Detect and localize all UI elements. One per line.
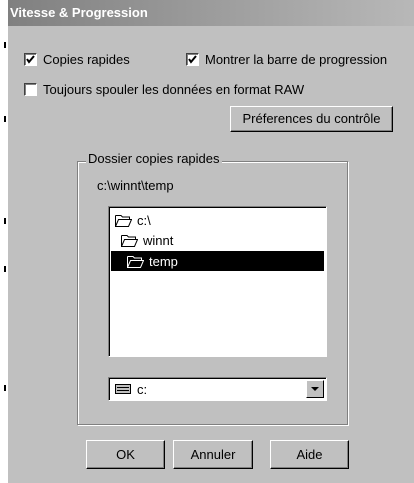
list-item[interactable]: c:\ bbox=[115, 210, 151, 230]
directory-list[interactable]: c:\ winnt temp bbox=[108, 206, 327, 357]
checkbox-box[interactable] bbox=[24, 83, 37, 96]
fast-copy-folder-label: Dossier copies rapides bbox=[86, 151, 222, 166]
open-folder-icon bbox=[127, 255, 144, 268]
checkmark-icon bbox=[26, 55, 35, 64]
cancel-button[interactable]: Annuler bbox=[173, 440, 253, 469]
current-path: c:\winnt\temp bbox=[97, 178, 174, 193]
fast-copies-label: Copies rapides bbox=[43, 52, 130, 67]
list-item[interactable]: winnt bbox=[121, 230, 173, 250]
directory-label: winnt bbox=[143, 232, 174, 248]
monitor-preferences-button[interactable]: Préferences du contrôle bbox=[230, 106, 393, 132]
show-progress-checkbox[interactable]: Montrer la barre de progression bbox=[186, 52, 387, 67]
checkbox-box[interactable] bbox=[186, 53, 199, 66]
dialog-title: Vitesse & Progression bbox=[8, 0, 414, 26]
directory-label: c:\ bbox=[137, 212, 151, 228]
list-item-selected[interactable]: temp bbox=[111, 251, 324, 271]
checkbox-box[interactable] bbox=[24, 53, 37, 66]
open-folder-icon bbox=[115, 214, 132, 227]
window-edge-marks bbox=[0, 0, 8, 483]
raw-spool-checkbox[interactable]: Toujours spouler les données en format R… bbox=[24, 82, 304, 97]
dropdown-button[interactable] bbox=[306, 380, 324, 398]
ok-button[interactable]: OK bbox=[86, 440, 165, 469]
drive-select[interactable]: c: bbox=[108, 377, 327, 401]
checkmark-icon bbox=[188, 55, 197, 64]
drive-label: c: bbox=[137, 382, 148, 397]
raw-spool-label: Toujours spouler les données en format R… bbox=[43, 82, 305, 97]
open-folder-icon bbox=[121, 234, 138, 247]
fast-copies-checkbox[interactable]: Copies rapides bbox=[24, 52, 130, 67]
directory-label: temp bbox=[149, 253, 178, 269]
help-button[interactable]: Aide bbox=[270, 440, 349, 469]
show-progress-label: Montrer la barre de progression bbox=[205, 52, 388, 67]
speed-progress-dialog: Vitesse & Progression Copies rapides Mon… bbox=[8, 0, 414, 483]
drive-icon bbox=[115, 384, 131, 394]
chevron-down-icon bbox=[311, 387, 319, 391]
